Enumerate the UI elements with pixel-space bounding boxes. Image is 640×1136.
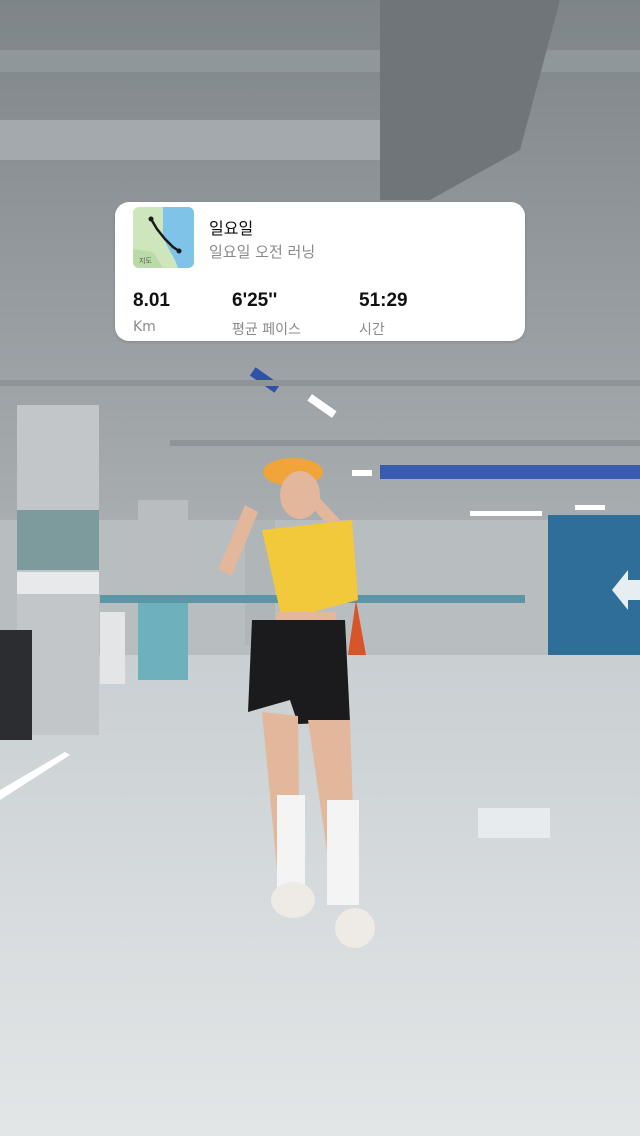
run-summary-card[interactable]: 지도 일요일 일요일 오전 러닝 8.01 Km 6'25'' 평균 페이스 5… bbox=[115, 202, 525, 341]
distance-value: 8.01 bbox=[133, 290, 170, 311]
background-photo bbox=[0, 0, 640, 1136]
map-label: 지도 bbox=[139, 256, 152, 265]
activity-subtitle: 일요일 오전 러닝 bbox=[209, 243, 316, 261]
pillar-stripe bbox=[17, 572, 99, 594]
pace-label: 평균 페이스 bbox=[232, 322, 301, 338]
pillar-stripe bbox=[17, 510, 99, 570]
time-value: 51:29 bbox=[359, 290, 408, 311]
left-sock bbox=[277, 795, 305, 887]
left-shoe bbox=[271, 882, 315, 918]
parked-car-white bbox=[100, 612, 125, 684]
ceiling-light bbox=[470, 511, 542, 516]
duct bbox=[0, 120, 430, 160]
distance-label: Km bbox=[133, 319, 156, 335]
time-label: 시간 bbox=[359, 322, 385, 338]
parked-car bbox=[0, 630, 32, 740]
floor-reflection bbox=[478, 808, 550, 838]
right-sock bbox=[327, 800, 359, 905]
ceiling-light bbox=[352, 470, 372, 476]
pipe bbox=[170, 440, 640, 446]
route-map-icon: 지도 bbox=[133, 207, 194, 268]
activity-title: 일요일 bbox=[209, 219, 254, 238]
ceiling-light bbox=[575, 505, 605, 510]
pace-value: 6'25'' bbox=[232, 290, 278, 311]
pipe bbox=[0, 380, 640, 386]
right-shoe bbox=[335, 908, 375, 948]
pillar-stripe bbox=[138, 595, 188, 680]
blue-pipe bbox=[380, 465, 640, 479]
